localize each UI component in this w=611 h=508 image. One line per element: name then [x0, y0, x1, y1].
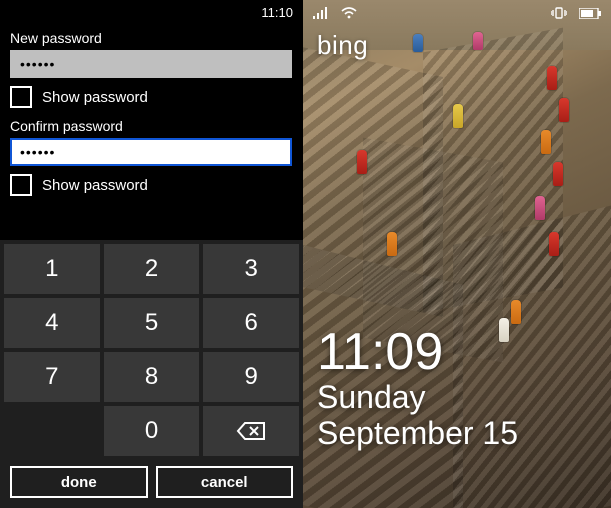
key-9[interactable]: 9 [203, 352, 299, 402]
signal-icon [313, 7, 329, 19]
backspace-icon [236, 421, 266, 441]
confirm-password-input[interactable]: •••••• [10, 138, 292, 166]
key-1[interactable]: 1 [4, 244, 100, 294]
key-5[interactable]: 5 [104, 298, 200, 348]
battery-icon [579, 8, 601, 19]
key-0[interactable]: 0 [104, 406, 200, 456]
bing-logo: bing [317, 30, 368, 61]
key-6[interactable]: 6 [203, 298, 299, 348]
new-password-input[interactable]: •••••• [10, 50, 292, 78]
confirm-password-label: Confirm password [10, 118, 293, 134]
status-icons-right [551, 7, 601, 19]
key-2[interactable]: 2 [104, 244, 200, 294]
action-bar: done cancel [0, 460, 303, 508]
password-setup-screen: 11:10 New password •••••• Show password … [0, 0, 303, 508]
lock-screen-text: 11:09 Sunday September 15 [317, 326, 518, 452]
numeric-keypad: 1 2 3 4 5 6 7 8 9 0 [0, 240, 303, 460]
lock-screen[interactable]: bing 11:09 Sunday September 15 [303, 0, 611, 508]
show-password-row-1[interactable]: Show password [10, 86, 293, 108]
show-password-label-1: Show password [42, 89, 148, 106]
show-password-row-2[interactable]: Show password [10, 174, 293, 196]
key-blank [4, 406, 100, 456]
key-7[interactable]: 7 [4, 352, 100, 402]
key-8[interactable]: 8 [104, 352, 200, 402]
password-form: New password •••••• Show password Confir… [0, 22, 303, 206]
cancel-button[interactable]: cancel [156, 466, 294, 498]
status-bar-left: 11:10 [0, 0, 303, 22]
vibrate-icon [551, 7, 567, 19]
clock-left: 11:10 [261, 5, 293, 20]
status-icons-left [313, 7, 357, 19]
wifi-icon [341, 7, 357, 19]
lock-time: 11:09 [317, 326, 518, 378]
done-button[interactable]: done [10, 466, 148, 498]
lock-date: September 15 [317, 416, 518, 452]
key-4[interactable]: 4 [4, 298, 100, 348]
show-password-label-2: Show password [42, 177, 148, 194]
key-3[interactable]: 3 [203, 244, 299, 294]
show-password-checkbox-1[interactable] [10, 86, 32, 108]
show-password-checkbox-2[interactable] [10, 174, 32, 196]
new-password-label: New password [10, 30, 293, 46]
status-bar-right [303, 0, 611, 24]
lock-day: Sunday [317, 380, 518, 416]
key-backspace[interactable] [203, 406, 299, 456]
